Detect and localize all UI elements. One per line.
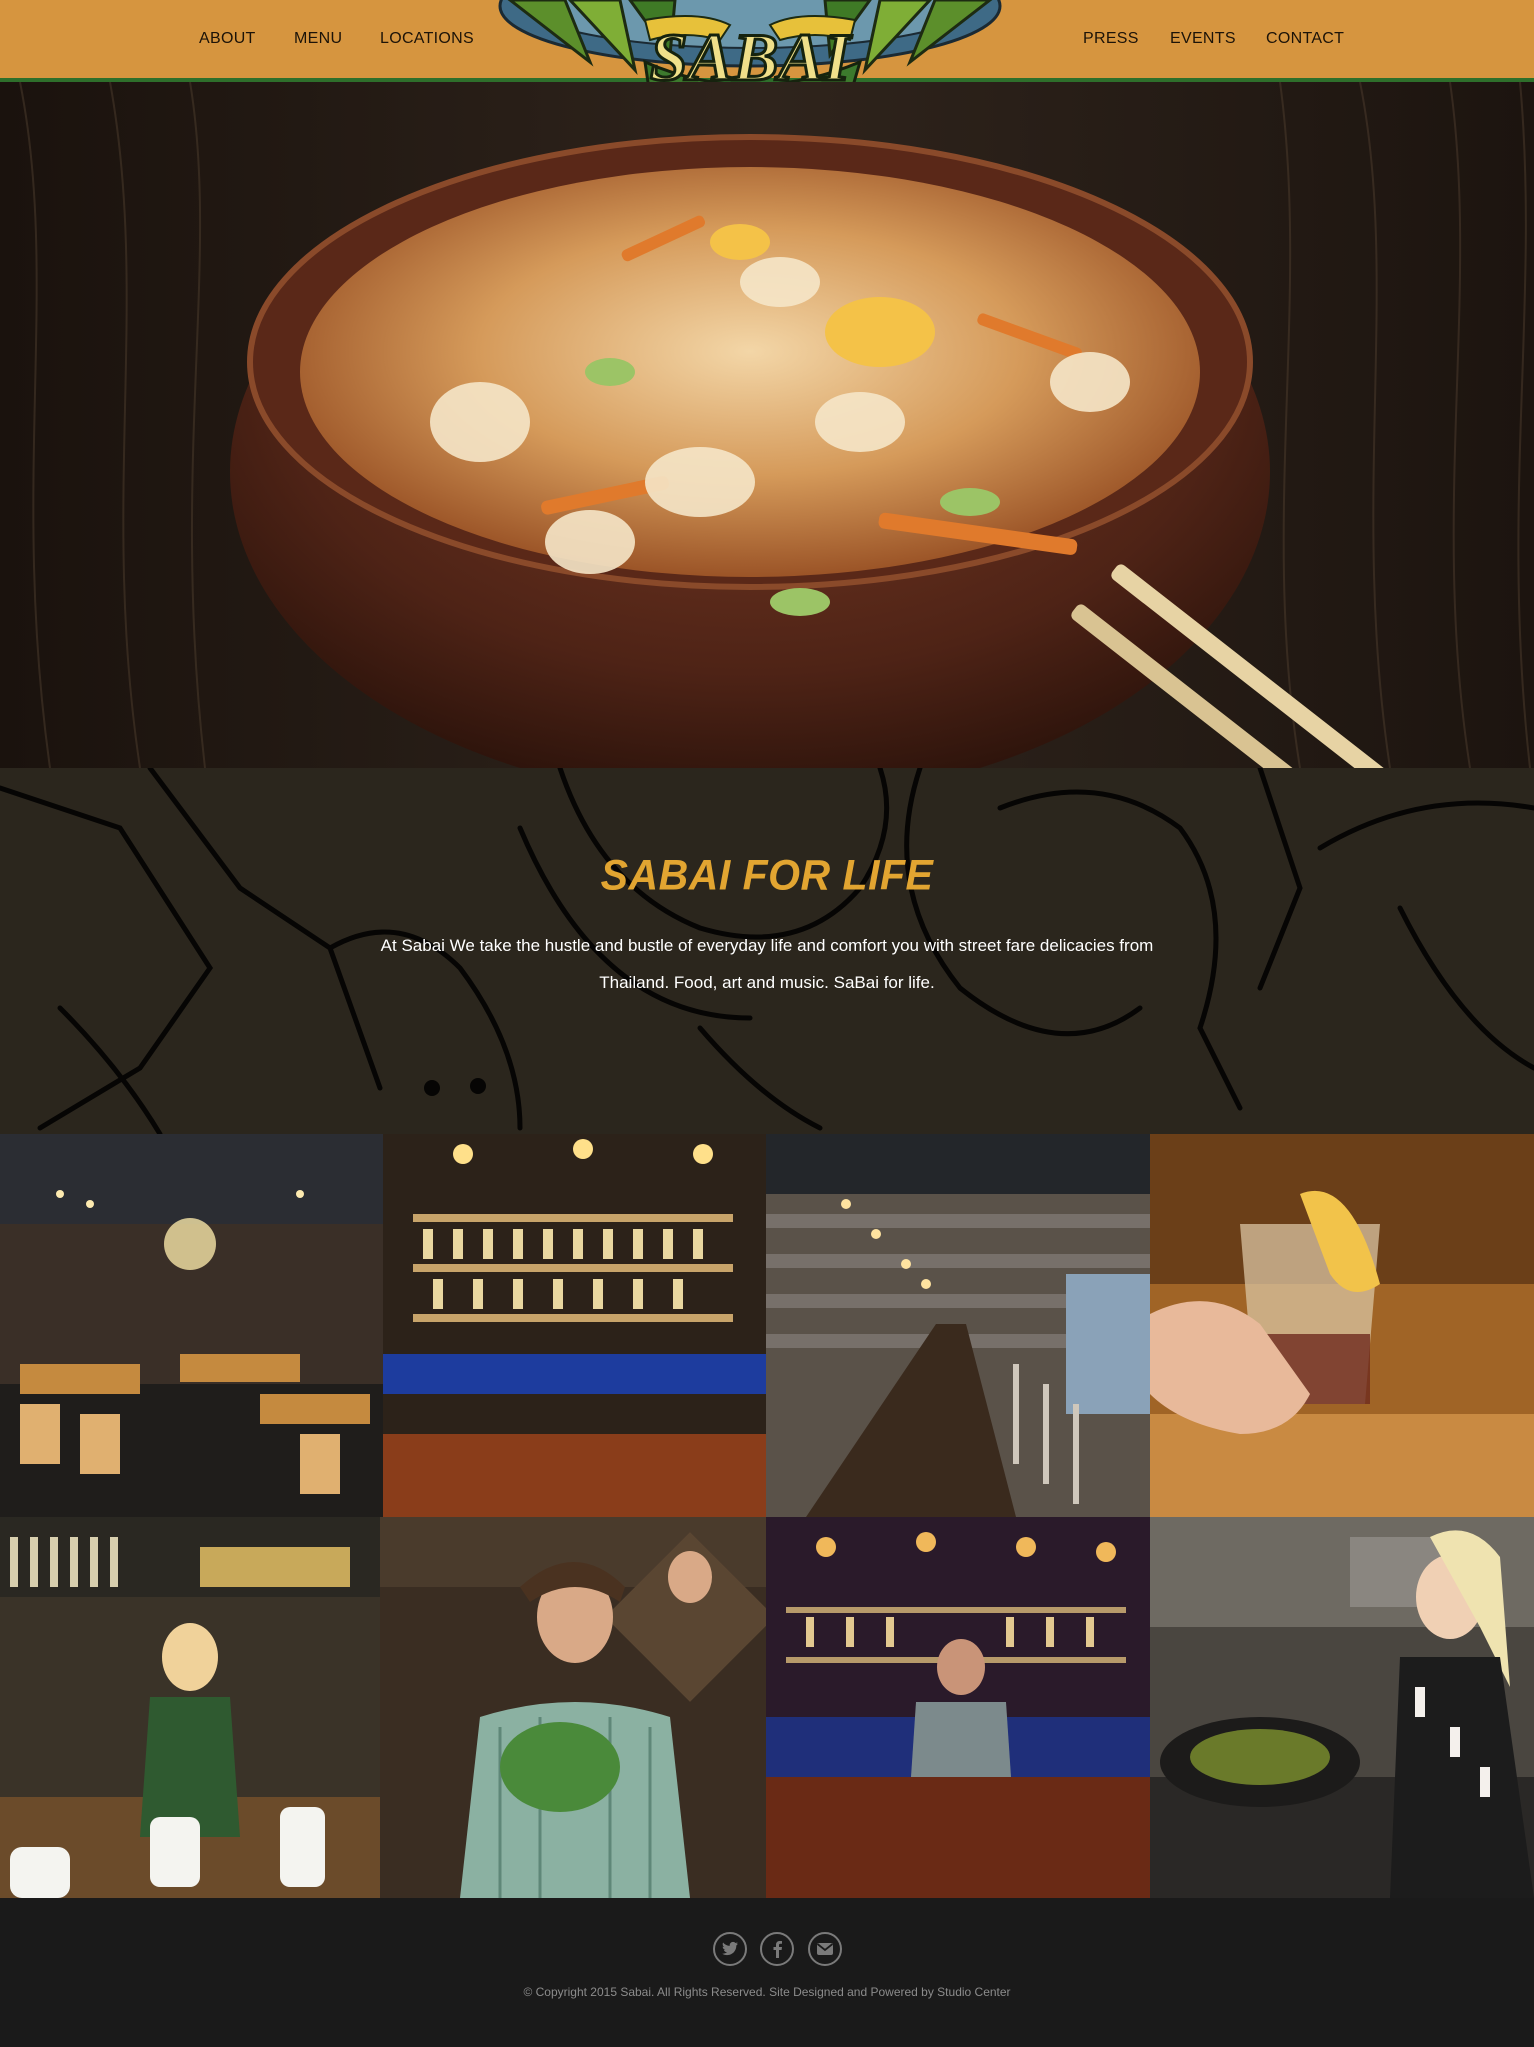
hero-food-photo (0, 82, 1534, 768)
bartender-woman-photo[interactable] (0, 1517, 380, 1898)
wok-cooking-photo[interactable] (1150, 1517, 1534, 1898)
nav-about[interactable]: ABOUT (199, 30, 256, 48)
nav-contact[interactable]: CONTACT (1266, 30, 1344, 48)
nav-menu[interactable]: MENU (294, 30, 342, 48)
cocktail-in-hand-photo[interactable] (1150, 1134, 1534, 1517)
section-title: SABAI FOR LIFE (600, 850, 934, 900)
restaurant-dining-room-photo[interactable] (0, 1134, 383, 1517)
twitter-icon[interactable] (713, 1932, 747, 1966)
nav-events[interactable]: EVENTS (1170, 30, 1236, 48)
copyright-text: © Copyright 2015 Sabai. All Rights Reser… (523, 1985, 1011, 1999)
nav-press[interactable]: PRESS (1083, 30, 1139, 48)
nav-locations[interactable]: LOCATIONS (380, 30, 474, 48)
email-icon[interactable] (808, 1932, 842, 1966)
facebook-icon[interactable] (760, 1932, 794, 1966)
chef-with-herbs-photo[interactable] (380, 1517, 766, 1898)
long-bar-counter-photo[interactable] (766, 1134, 1150, 1517)
site-footer (0, 1898, 1534, 2047)
bar-shelves-photo[interactable] (383, 1134, 766, 1517)
about-description: At Sabai We take the hustle and bustle o… (380, 936, 1154, 992)
bartender-man-photo[interactable] (766, 1517, 1150, 1898)
